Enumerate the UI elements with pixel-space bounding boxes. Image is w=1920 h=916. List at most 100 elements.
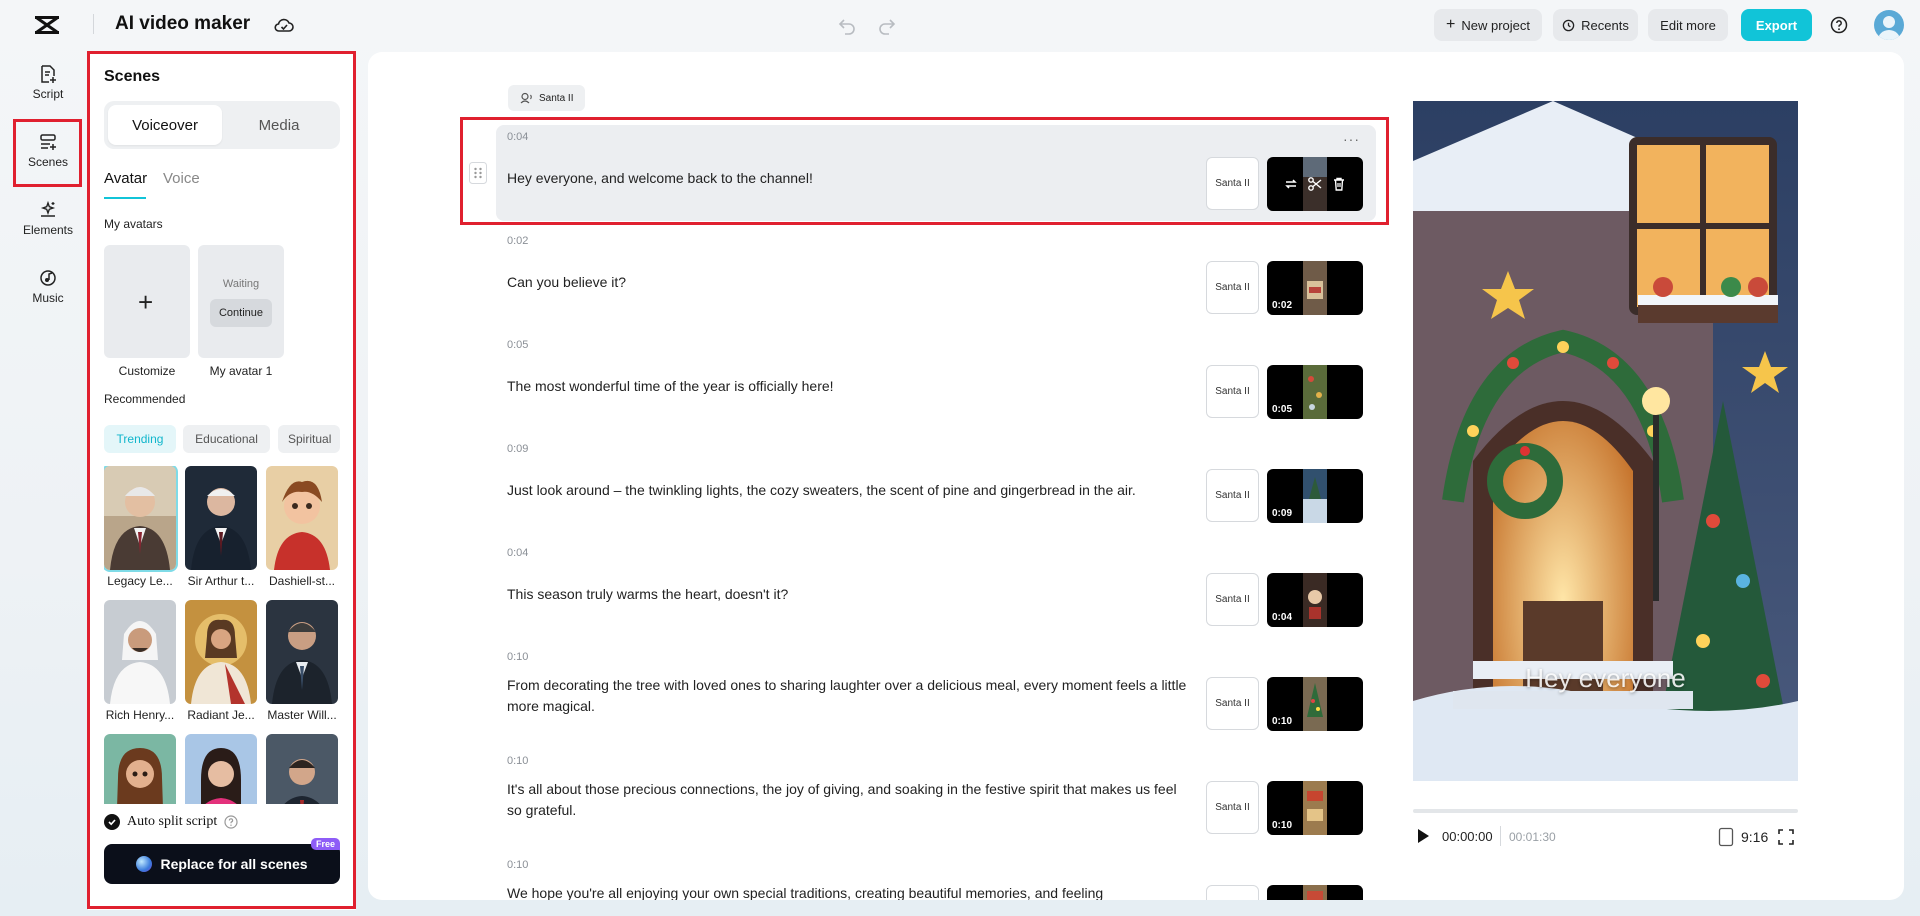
rail-item-script[interactable]: Script: [16, 64, 80, 101]
drag-handle-icon[interactable]: [469, 162, 487, 184]
scene-text[interactable]: Just look around – the twinkling lights,…: [507, 480, 1187, 501]
rail-item-scenes[interactable]: Scenes: [16, 132, 80, 169]
replace-all-scenes-button[interactable]: Replace for all scenes Free: [104, 838, 340, 884]
avatar-thumbnail: [104, 734, 176, 804]
avatar-card[interactable]: [266, 734, 338, 804]
aspect-ratio-label[interactable]: 9:16: [1741, 829, 1768, 845]
scene-media-thumbnail[interactable]: [1267, 885, 1363, 900]
continue-button[interactable]: Continue: [210, 299, 272, 327]
scene-media-thumbnail[interactable]: 0:05: [1267, 365, 1363, 419]
avatar-card[interactable]: Radiant Je...: [185, 600, 257, 722]
preview-caption: Hey everyone: [1525, 663, 1686, 693]
chip-educational[interactable]: Educational: [183, 425, 270, 453]
app-title: AI video maker: [115, 13, 251, 34]
scene-media-thumbnail[interactable]: 0:02: [1267, 261, 1363, 315]
avatar-card[interactable]: Sir Arthur t...: [185, 466, 257, 588]
scene-text[interactable]: Can you believe it?: [507, 272, 1187, 293]
scene-text[interactable]: Hey everyone, and welcome back to the ch…: [507, 168, 1187, 189]
scene-text[interactable]: We hope you're all enjoying your own spe…: [507, 883, 1187, 900]
scene-media-thumbnail[interactable]: 0:10: [1267, 677, 1363, 731]
scene-text[interactable]: The most wonderful time of the year is o…: [507, 376, 1187, 397]
avatar-card[interactable]: Rich Henry...: [104, 600, 176, 722]
avatar-name: Dashiell-st...: [268, 574, 336, 588]
trash-icon[interactable]: [1331, 176, 1347, 192]
avatar-card[interactable]: Legacy Le...: [104, 466, 176, 588]
scene-row[interactable]: 0:10 We hope you're all enjoying your ow…: [496, 853, 1376, 900]
elements-icon: [40, 200, 56, 217]
redo-icon[interactable]: [876, 14, 898, 36]
scene-media-thumbnail[interactable]: 0:04: [1267, 573, 1363, 627]
scene-media-thumbnail[interactable]: 0:10: [1267, 781, 1363, 835]
rail-item-elements[interactable]: Elements: [16, 200, 80, 237]
avatar-name: Legacy Le...: [107, 574, 173, 588]
auto-split-toggle[interactable]: Auto split script: [104, 814, 238, 830]
video-preview[interactable]: Hey everyone: [1413, 101, 1798, 781]
music-icon: [40, 270, 56, 286]
aspect-ratio-icon[interactable]: [1718, 827, 1734, 847]
user-avatar[interactable]: [1874, 10, 1904, 40]
rail-music-label: Music: [32, 291, 64, 305]
scene-row[interactable]: 0:04 ··· Hey everyone, and welcome back …: [496, 125, 1376, 221]
new-project-button[interactable]: + New project: [1434, 9, 1542, 41]
play-icon[interactable]: [1415, 827, 1431, 845]
scene-row[interactable]: 0:09 Just look around – the twinkling li…: [496, 437, 1376, 533]
avatar-card[interactable]: Master Will...: [266, 600, 338, 722]
avatar-thumbnail: [104, 600, 176, 704]
chip-trending[interactable]: Trending: [104, 425, 176, 453]
voice-selector[interactable]: Santa II: [508, 85, 586, 111]
scene-voice-button[interactable]: Santa II: [1206, 365, 1259, 418]
my-avatars-label: My avatars: [104, 217, 163, 231]
edit-more-button[interactable]: Edit more: [1648, 9, 1728, 41]
my-avatar-card[interactable]: Waiting Continue: [198, 245, 284, 358]
scene-row[interactable]: 0:04 This season truly warms the heart, …: [496, 541, 1376, 637]
scene-voice-button[interactable]: Santa II: [1206, 157, 1259, 210]
scenes-panel: Scenes Voiceover Media Avatar Voice My a…: [88, 52, 356, 910]
scene-voice-button[interactable]: Santa II: [1206, 261, 1259, 314]
scene-row[interactable]: 0:10 From decorating the tree with loved…: [496, 645, 1376, 741]
scene-media-thumbnail[interactable]: [1267, 157, 1363, 211]
scene-voice-button[interactable]: [1206, 885, 1259, 900]
scene-text[interactable]: From decorating the tree with loved ones…: [507, 675, 1187, 717]
chip-spiritual[interactable]: Spiritual: [278, 425, 340, 453]
avatar-card[interactable]: Dashiell-st...: [266, 466, 338, 588]
rail-elements-label: Elements: [22, 223, 74, 237]
fullscreen-icon[interactable]: [1777, 828, 1795, 846]
avatar-subtab[interactable]: Avatar: [104, 170, 147, 187]
voice-subtab[interactable]: Voice: [163, 170, 200, 187]
voiceover-media-toggle: Voiceover Media: [104, 101, 340, 149]
avatar-name: Radiant Je...: [187, 708, 255, 722]
scene-row[interactable]: 0:02 Can you believe it? Santa II 0:02: [496, 229, 1376, 325]
avatar-thumbnail: [185, 600, 257, 704]
scene-text[interactable]: It's all about those precious connection…: [507, 779, 1187, 821]
cloud-sync-icon[interactable]: [273, 14, 295, 36]
rail-item-music[interactable]: Music: [16, 268, 80, 305]
scene-voice-button[interactable]: Santa II: [1206, 677, 1259, 730]
scene-voice-button[interactable]: Santa II: [1206, 469, 1259, 522]
scene-text[interactable]: This season truly warms the heart, doesn…: [507, 584, 1187, 605]
scene-row[interactable]: 0:10 It's all about those precious conne…: [496, 749, 1376, 845]
checkmark-icon[interactable]: [104, 814, 120, 830]
recents-label: Recents: [1581, 17, 1629, 33]
avatar-card[interactable]: [185, 734, 257, 804]
info-icon[interactable]: [224, 815, 238, 829]
avatar-thumbnail: [266, 734, 338, 804]
more-options-icon[interactable]: ···: [1343, 131, 1360, 147]
customize-avatar-button[interactable]: +: [104, 245, 190, 358]
scene-voice-button[interactable]: Santa II: [1206, 573, 1259, 626]
total-time: 00:01:30: [1509, 830, 1556, 844]
playback-progress-bar[interactable]: [1413, 809, 1798, 813]
recents-button[interactable]: Recents: [1553, 9, 1638, 41]
scene-voice-button[interactable]: Santa II: [1206, 781, 1259, 834]
export-button[interactable]: Export: [1741, 9, 1812, 41]
media-tab[interactable]: Media: [222, 105, 336, 145]
avatar-card[interactable]: [104, 734, 176, 804]
scenes-icon: [40, 134, 56, 150]
scene-media-thumbnail[interactable]: 0:09: [1267, 469, 1363, 523]
scissors-icon[interactable]: [1307, 176, 1323, 192]
replace-media-icon[interactable]: [1283, 176, 1299, 192]
scene-row[interactable]: 0:05 The most wonderful time of the year…: [496, 333, 1376, 429]
help-icon[interactable]: [1829, 15, 1849, 35]
voiceover-tab[interactable]: Voiceover: [108, 105, 222, 145]
undo-icon[interactable]: [836, 14, 858, 36]
capcut-logo-icon[interactable]: [34, 13, 60, 37]
